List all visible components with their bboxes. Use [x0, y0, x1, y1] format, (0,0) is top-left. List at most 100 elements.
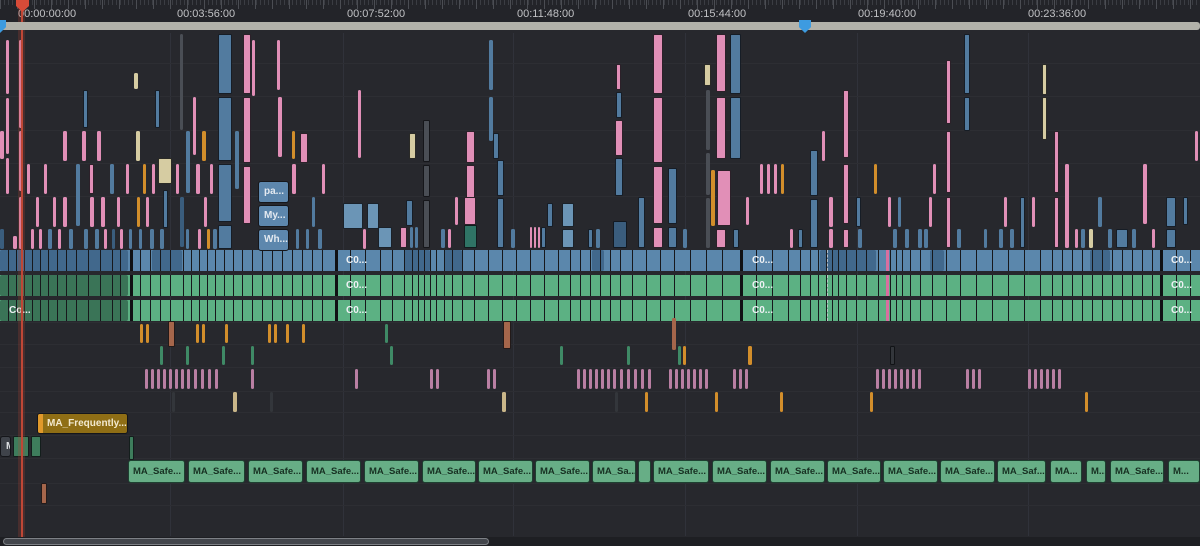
clip-bar[interactable] [810, 150, 818, 196]
clip-bar[interactable] [160, 229, 164, 249]
clip-bar[interactable] [706, 198, 710, 248]
clip-bar[interactable] [1054, 197, 1059, 248]
clip-bar[interactable] [13, 236, 17, 249]
clip-bar[interactable] [503, 321, 511, 349]
clip-bar[interactable] [888, 369, 891, 389]
clip-bar[interactable] [999, 229, 1003, 248]
clip-bar[interactable] [978, 369, 981, 389]
clip-bar[interactable] [318, 229, 322, 249]
clip-bar[interactable] [233, 392, 237, 412]
clip-bar[interactable] [63, 197, 67, 227]
clip-bar[interactable] [745, 369, 748, 389]
clip-bar[interactable] [423, 165, 430, 197]
clip-bar[interactable] [151, 369, 154, 389]
clip-bar[interactable] [140, 324, 143, 343]
clip-bar[interactable] [678, 346, 681, 365]
clip-bar[interactable] [204, 197, 207, 227]
clip-bar[interactable] [146, 324, 149, 343]
clip-bar[interactable] [683, 346, 686, 365]
track-clip-segment[interactable] [152, 250, 182, 271]
clip-bar[interactable] [410, 227, 413, 248]
clip-bar[interactable] [730, 97, 741, 159]
clip-ma-safe[interactable]: MA_Safe... [940, 460, 995, 483]
clip-bar[interactable] [687, 369, 690, 389]
clip-bar[interactable] [843, 229, 849, 248]
timeline-zoom-scrollbar[interactable] [0, 22, 1200, 30]
clip-bar[interactable] [168, 321, 175, 347]
clip-bar[interactable] [464, 225, 477, 248]
clip-bar[interactable] [146, 197, 149, 227]
clip-bar[interactable] [196, 164, 200, 194]
clip-bar[interactable] [669, 369, 672, 389]
clip-bar[interactable] [858, 229, 862, 248]
clip-bar[interactable] [1152, 229, 1155, 248]
clip-bar[interactable] [856, 197, 861, 227]
clip-bar[interactable] [6, 98, 9, 154]
clip-bar[interactable] [218, 97, 232, 161]
clip-bar[interactable] [208, 369, 211, 389]
clip-bar[interactable] [964, 97, 970, 131]
track-clip-segment[interactable] [1090, 250, 1110, 271]
clip-bar[interactable] [176, 164, 179, 194]
clip-bar[interactable] [390, 346, 393, 365]
clip-bar[interactable] [406, 200, 413, 226]
clip-bar[interactable] [613, 369, 616, 389]
clip-bar[interactable] [583, 369, 586, 389]
timeline-marker-icon[interactable] [0, 20, 6, 33]
clip-bar[interactable] [126, 164, 129, 194]
clip-bar[interactable] [6, 158, 9, 194]
clip-bar[interactable] [876, 369, 879, 389]
clip-bar[interactable] [196, 324, 199, 343]
clip-bar[interactable] [638, 197, 645, 248]
clip-bar[interactable] [487, 369, 490, 389]
clip-bar[interactable] [1098, 197, 1102, 227]
clip-bar[interactable] [163, 190, 168, 228]
clip-bar[interactable] [929, 197, 932, 227]
clip-ma-safe[interactable]: MA_Safe... [653, 460, 709, 483]
clip-bar[interactable] [1183, 197, 1188, 225]
clip-bar[interactable] [1065, 164, 1069, 248]
clip-bar[interactable] [874, 164, 877, 194]
clip-bar[interactable] [541, 227, 546, 248]
clip-bar[interactable] [215, 369, 218, 389]
clip-bar[interactable] [90, 197, 94, 227]
clip-bar[interactable] [497, 160, 504, 196]
clip-ma-safe[interactable]: MA_Safe... [188, 460, 245, 483]
clip-bar[interactable] [683, 229, 687, 248]
clip-bar[interactable] [653, 34, 663, 94]
clip-bar[interactable] [155, 90, 160, 128]
clip-bar[interactable] [152, 164, 155, 194]
clip-bar[interactable] [464, 197, 476, 225]
clip-bar[interactable] [186, 131, 190, 193]
clip-bar[interactable] [560, 346, 563, 365]
clip-bar[interactable] [1085, 392, 1088, 412]
clip-bar[interactable] [1046, 369, 1049, 389]
clip-bar[interactable] [83, 90, 88, 128]
clip-bar[interactable] [82, 131, 86, 161]
clip-bar[interactable] [207, 229, 210, 249]
clip-ma-safe[interactable]: MA_Safe... [478, 460, 533, 483]
clip-bar[interactable] [1166, 197, 1176, 227]
clip-bar[interactable] [790, 229, 793, 248]
clip-bar[interactable] [627, 346, 630, 365]
clip-bar[interactable] [172, 392, 175, 412]
clip-ma-safe[interactable]: MA_Safe... [306, 460, 361, 483]
clip-bar[interactable] [202, 324, 205, 343]
clip-bar[interactable] [136, 131, 140, 161]
clip-bar[interactable] [493, 369, 496, 389]
clip-bar[interactable] [607, 369, 610, 389]
clip-bar[interactable] [158, 158, 172, 184]
clip-bar[interactable] [367, 203, 379, 229]
track-clip-segment[interactable] [820, 250, 876, 271]
clip-bar[interactable] [511, 229, 515, 248]
clip-bar[interactable] [112, 229, 115, 249]
clip-bar[interactable] [668, 168, 677, 224]
clip-bar[interactable] [706, 90, 710, 150]
clip-bar[interactable] [780, 392, 783, 412]
clip-bar[interactable] [675, 369, 678, 389]
clip-ma-safe[interactable]: MA_Safe... [883, 460, 938, 483]
clip-bar[interactable] [101, 197, 105, 227]
clip-bar[interactable] [918, 369, 921, 389]
clip-bar[interactable] [194, 369, 197, 389]
clip-bar[interactable] [1143, 164, 1147, 224]
